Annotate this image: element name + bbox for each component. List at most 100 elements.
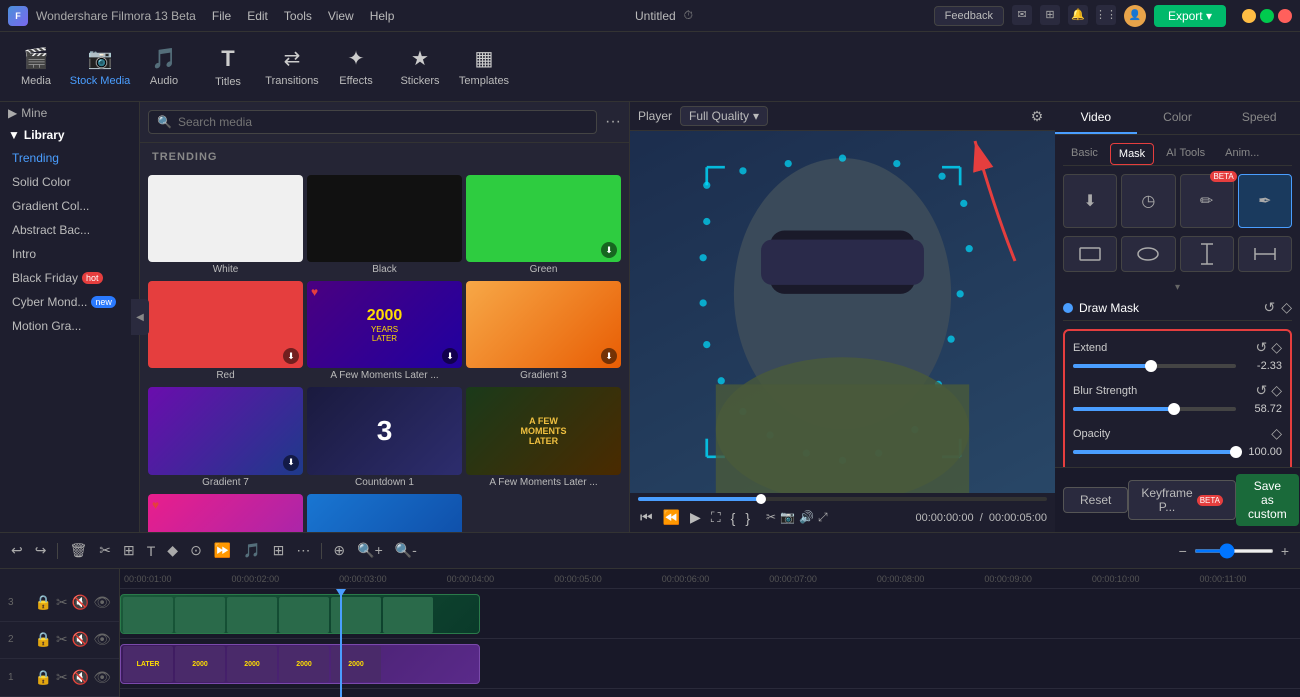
opacity-keyframe-icon[interactable]: ◇ <box>1271 425 1282 442</box>
track-cut-icon-1[interactable]: ✂ <box>56 669 68 686</box>
subtab-anim[interactable]: Anim... <box>1217 143 1267 165</box>
tab-color[interactable]: Color <box>1137 102 1219 134</box>
media-item-countdown[interactable]: 3 <box>307 387 462 474</box>
mask-circle-button[interactable]: ◷ <box>1121 174 1175 228</box>
sidebar-item-abstract-bg[interactable]: Abstract Bac... <box>0 218 139 242</box>
sidebar-item-trending[interactable]: Trending <box>0 146 139 170</box>
media-item-red[interactable]: ⬇ <box>148 281 303 368</box>
menu-help[interactable]: Help <box>370 9 395 23</box>
sidebar-item-motion-graphics[interactable]: Motion Gra... <box>0 314 139 338</box>
tl-crop-button[interactable]: ⊞ <box>120 539 138 562</box>
track-lock-icon-3[interactable]: 🔒 <box>35 594 52 611</box>
apps-icon[interactable]: ⋮⋮ <box>1096 5 1116 25</box>
track-lock-icon-2[interactable]: 🔒 <box>35 631 52 648</box>
track-mute-icon-2[interactable]: 🔇 <box>72 631 89 648</box>
tl-text-button[interactable]: T <box>144 540 159 562</box>
tl-delete-button[interactable]: 🗑 <box>66 539 90 562</box>
toolbar-effects[interactable]: ✦ Effects <box>324 37 388 97</box>
tl-more-button[interactable]: ⋯ <box>293 539 313 562</box>
mask-import-button[interactable]: ⬇ <box>1063 174 1117 228</box>
track-cut-icon-3[interactable]: ✂ <box>56 594 68 611</box>
menu-view[interactable]: View <box>328 9 354 23</box>
shape-line-horiz[interactable] <box>1238 236 1292 272</box>
media-item-moments[interactable]: 2000 YEARS LATER ♥ ⬇ <box>307 281 462 368</box>
progress-bar[interactable] <box>638 497 1047 501</box>
tl-zoom-in-button[interactable]: 🔍+ <box>354 539 386 562</box>
media-item-white[interactable] <box>148 175 303 262</box>
user-avatar[interactable]: 👤 <box>1124 5 1146 27</box>
quality-selector[interactable]: Full Quality ▾ <box>680 106 768 126</box>
opacity-slider[interactable] <box>1073 450 1236 454</box>
tl-keyframe-button[interactable]: ◆ <box>164 539 181 562</box>
blur-slider[interactable] <box>1073 407 1236 411</box>
volume-icon[interactable]: 🔊 <box>799 510 814 525</box>
track-eye-icon-2[interactable]: 👁 <box>93 631 111 648</box>
toolbar-templates[interactable]: ▦ Templates <box>452 37 516 97</box>
extend-slider[interactable] <box>1073 364 1236 368</box>
mark-out-button[interactable]: } <box>743 508 752 528</box>
message-icon[interactable]: ✉ <box>1012 5 1032 25</box>
sidebar-item-black-friday[interactable]: Black Friday hot <box>0 266 139 290</box>
opacity-thumb[interactable] <box>1230 446 1242 458</box>
zoom-slider[interactable] <box>1194 549 1274 553</box>
sidebar-item-solid-color[interactable]: Solid Color <box>0 170 139 194</box>
sidebar-library[interactable]: ▼ Library <box>0 124 139 146</box>
shape-rect[interactable] <box>1063 236 1117 272</box>
blur-reset-icon[interactable]: ↺ <box>1255 382 1267 399</box>
tl-undo-button[interactable]: ↩ <box>8 539 26 562</box>
fullscreen-button[interactable]: ⛶ <box>709 507 723 528</box>
extend-reset-icon[interactable]: ↺ <box>1255 339 1267 356</box>
media-item-green[interactable]: ⬇ <box>466 175 621 262</box>
menu-tools[interactable]: Tools <box>284 9 312 23</box>
blur-thumb[interactable] <box>1168 403 1180 415</box>
track-mute-icon-3[interactable]: 🔇 <box>72 594 89 611</box>
toolbar-media[interactable]: 🎬 Media <box>4 37 68 97</box>
media-item-gradient7[interactable]: ⬇ <box>148 387 303 474</box>
notification-icon[interactable]: 🔔 <box>1068 5 1088 25</box>
subtab-basic[interactable]: Basic <box>1063 143 1106 165</box>
track-eye-icon-3[interactable]: 👁 <box>93 594 111 611</box>
clip-icon[interactable]: ✂ <box>766 510 776 525</box>
reset-icon[interactable]: ↺ <box>1263 299 1275 316</box>
tl-audio-button[interactable]: 🎵 <box>240 539 263 562</box>
shape-ellipse[interactable] <box>1121 236 1175 272</box>
track-clip-media[interactable]: LATER 2000 2000 2000 2000 <box>120 644 480 684</box>
zoom-plus[interactable]: + <box>1278 540 1292 562</box>
step-back-button[interactable]: ⏪ <box>661 507 682 528</box>
subtab-ai-tools[interactable]: AI Tools <box>1158 143 1213 165</box>
track-eye-icon-1[interactable]: 👁 <box>93 669 111 686</box>
tl-group-button[interactable]: ⊞ <box>270 539 288 562</box>
extend-keyframe-icon[interactable]: ◇ <box>1271 339 1282 356</box>
expand-indicator[interactable]: ▾ <box>1063 280 1292 295</box>
sidebar-item-gradient-color[interactable]: Gradient Col... <box>0 194 139 218</box>
tl-cut-button[interactable]: ✂ <box>96 539 114 562</box>
zoom-minus[interactable]: − <box>1176 540 1190 562</box>
blur-keyframe-icon[interactable]: ◇ <box>1271 382 1282 399</box>
expand-icon[interactable]: ⤢ <box>818 510 828 525</box>
diamond-icon[interactable]: ◇ <box>1281 299 1292 316</box>
tl-zoom-out-button[interactable]: 🔍- <box>392 539 420 562</box>
track-clip-video[interactable] <box>120 594 480 634</box>
sidebar-item-intro[interactable]: Intro <box>0 242 139 266</box>
reset-button[interactable]: Reset <box>1063 487 1128 513</box>
sidebar-collapse-button[interactable]: ◀ <box>131 299 149 335</box>
media-item-moments2[interactable]: A FEW MOMENTS LATER <box>466 387 621 474</box>
export-button[interactable]: Export ▾ <box>1154 5 1226 27</box>
media-more-button[interactable]: ··· <box>605 113 621 131</box>
sidebar-item-cyber-monday[interactable]: Cyber Mond... new <box>0 290 139 314</box>
track-lock-icon-1[interactable]: 🔒 <box>35 669 52 686</box>
track-mute-icon-1[interactable]: 🔇 <box>72 669 89 686</box>
sidebar-mine[interactable]: ▶ Mine <box>0 102 139 124</box>
subtab-mask[interactable]: Mask <box>1110 143 1154 165</box>
keyframe-button[interactable]: Keyframe P... BETA <box>1128 480 1236 520</box>
menu-file[interactable]: File <box>212 9 231 23</box>
playhead[interactable] <box>340 589 342 697</box>
toolbar-stickers[interactable]: ★ Stickers <box>388 37 452 97</box>
tl-mask-button[interactable]: ⊙ <box>187 539 205 562</box>
toolbar-stock-media[interactable]: 📷 Stock Media <box>68 37 132 97</box>
close-button[interactable] <box>1278 9 1292 23</box>
maximize-button[interactable] <box>1260 9 1274 23</box>
minimize-button[interactable] <box>1242 9 1256 23</box>
extend-thumb[interactable] <box>1145 360 1157 372</box>
toolbar-titles[interactable]: T Titles <box>196 37 260 97</box>
